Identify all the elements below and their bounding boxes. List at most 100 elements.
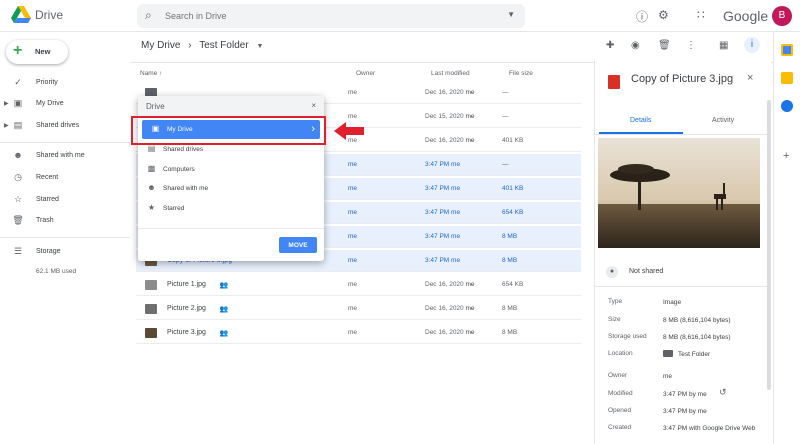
search-icon[interactable]: ⌕ (145, 8, 152, 23)
breadcrumb-test-folder[interactable]: Test Folder (199, 40, 248, 51)
location-value[interactable]: Test Folder (663, 350, 763, 359)
modified-by: me (451, 209, 461, 216)
location-label: Test Folder (678, 351, 711, 358)
trash-icon[interactable]: 🗑 (658, 40, 671, 51)
people-icon: ☻ (13, 150, 23, 160)
sidebar-item-shared-with-me[interactable]: ☻ Shared with me (0, 149, 130, 165)
apps-grid-icon[interactable]: ∷ (697, 8, 705, 22)
trash-icon: 🗑 (12, 215, 24, 225)
sidebar-item-starred[interactable]: ☆ Starred (0, 193, 130, 209)
people-icon: ☻ (147, 183, 156, 192)
move-target-label: Starred (163, 205, 185, 212)
prop-value: 8 MB (8,616,104 bytes) (663, 317, 731, 324)
tab-activity[interactable]: Activity (712, 117, 734, 124)
prop-key: Size (608, 316, 621, 323)
breadcrumb-my-drive[interactable]: My Drive (141, 40, 180, 51)
table-row[interactable]: Picture 1.jpg 👥 me Dec 16, 2020 me 654 KB (136, 274, 581, 296)
google-account-logo[interactable]: Google (723, 8, 768, 24)
version-history-icon[interactable]: ↺ (719, 387, 727, 398)
calendar-icon[interactable] (781, 44, 793, 56)
sidebar-item-shared-drives[interactable]: ▶ ▤ Shared drives (0, 119, 130, 135)
storage-used-text: 62.1 MB used (36, 268, 77, 275)
modified-by: me (465, 137, 475, 144)
lock-icon: ● (606, 266, 618, 278)
details-scrollbar[interactable] (767, 100, 771, 390)
expand-arrow-icon[interactable]: ▶ (4, 122, 9, 129)
modified-by: me (465, 281, 475, 288)
add-app-icon[interactable]: + (783, 150, 789, 162)
search-input[interactable] (165, 9, 465, 23)
table-row[interactable]: Picture 3.jpg 👥 me Dec 16, 2020 me 8 MB (136, 322, 581, 344)
prop-key: Opened (608, 407, 632, 414)
sidebar-item-trash[interactable]: 🗑 Trash (0, 214, 130, 230)
modified-by: me (465, 89, 475, 96)
column-header-owner[interactable]: Owner (356, 70, 375, 77)
search-bar[interactable]: ⌕ ▼ (137, 4, 525, 28)
file-name[interactable]: Picture 3.jpg (167, 329, 206, 336)
file-owner: me (348, 161, 358, 168)
file-preview-image[interactable] (598, 138, 760, 248)
modified-by: me (465, 113, 475, 120)
close-icon[interactable]: × (311, 101, 316, 110)
file-owner: me (348, 233, 358, 240)
file-size: 8 MB (502, 305, 518, 312)
file-name[interactable]: Picture 2.jpg (167, 305, 206, 312)
modified-by: me (451, 185, 461, 192)
file-modified: Dec 16, 2020 me (425, 281, 475, 288)
close-icon[interactable]: × (747, 72, 753, 84)
info-icon[interactable]: i (744, 37, 760, 53)
file-size: 8 MB (502, 257, 518, 264)
grid-view-icon[interactable]: ▦ (719, 40, 728, 51)
top-bar: Drive ⌕ ▼ ⓘ ⚙ ∷ Google B (0, 0, 800, 32)
plus-icon: + (13, 42, 23, 59)
tasks-icon[interactable] (781, 100, 793, 112)
sidebar-item-label: Trash (36, 217, 54, 224)
chevron-down-icon[interactable]: ▼ (256, 43, 263, 50)
app-name[interactable]: Drive (35, 8, 63, 22)
sidebar-item-my-drive[interactable]: ▶ ▣ My Drive (0, 97, 130, 113)
sidebar-item-label: Recent (36, 174, 59, 181)
file-modified: 3:47 PM me (425, 185, 460, 192)
file-size: — (502, 113, 509, 120)
keep-icon[interactable] (781, 72, 793, 84)
file-size: — (502, 89, 509, 96)
image-file-icon (608, 75, 620, 89)
modified-date: 3:47 PM (425, 185, 450, 192)
search-options-icon[interactable]: ▼ (507, 10, 515, 19)
settings-icon[interactable]: ⚙ (658, 8, 669, 22)
file-owner: me (348, 113, 358, 120)
more-vert-icon[interactable]: ⋮ (686, 40, 696, 51)
new-button[interactable]: + New (6, 40, 68, 64)
table-row[interactable]: Picture 2.jpg 👥 me Dec 16, 2020 me 8 MB (136, 298, 581, 320)
move-button[interactable]: MOVE (279, 237, 317, 253)
sidebar-item-priority[interactable]: ✓ Priority (0, 76, 130, 92)
help-icon[interactable]: ⓘ (636, 8, 648, 25)
drive-logo-icon[interactable] (11, 6, 31, 24)
my-drive-icon: ▣ (13, 98, 23, 108)
modified-date: Dec 16, 2020 (425, 137, 464, 144)
sidebar-item-recent[interactable]: ◷ Recent (0, 171, 130, 187)
star-icon: ☆ (13, 194, 23, 204)
sidebar-item-label: Storage (36, 248, 61, 255)
shared-people-icon: 👥 (219, 330, 229, 337)
column-header-size[interactable]: File size (509, 70, 533, 77)
preview-eye-icon[interactable]: ◉ (631, 40, 640, 51)
expand-arrow-icon[interactable]: ▶ (4, 100, 9, 107)
sidebar-item-storage[interactable]: ☰ Storage (0, 245, 130, 261)
move-target-computers[interactable]: ▩ Computers (138, 160, 324, 179)
breadcrumb: My Drive › Test Folder ▼ (141, 40, 268, 51)
star-icon: ★ (147, 203, 156, 212)
prop-key: Modified (608, 390, 633, 397)
column-header-modified[interactable]: Last modified (431, 70, 470, 77)
avatar[interactable]: B (772, 6, 792, 26)
file-name[interactable]: Picture 1.jpg (167, 281, 206, 288)
sidebar-divider (0, 142, 130, 143)
file-size: 8 MB (502, 233, 518, 240)
file-modified: 3:47 PM me (425, 209, 460, 216)
column-header-name[interactable]: Name ↑ (140, 70, 162, 77)
tab-details[interactable]: Details (630, 117, 651, 124)
sort-arrow-up-icon[interactable]: ↑ (159, 70, 162, 77)
share-icon[interactable]: ✚ (606, 40, 614, 51)
move-target-shared-with-me[interactable]: ☻ Shared with me (138, 179, 324, 198)
move-target-starred[interactable]: ★ Starred (138, 199, 324, 218)
